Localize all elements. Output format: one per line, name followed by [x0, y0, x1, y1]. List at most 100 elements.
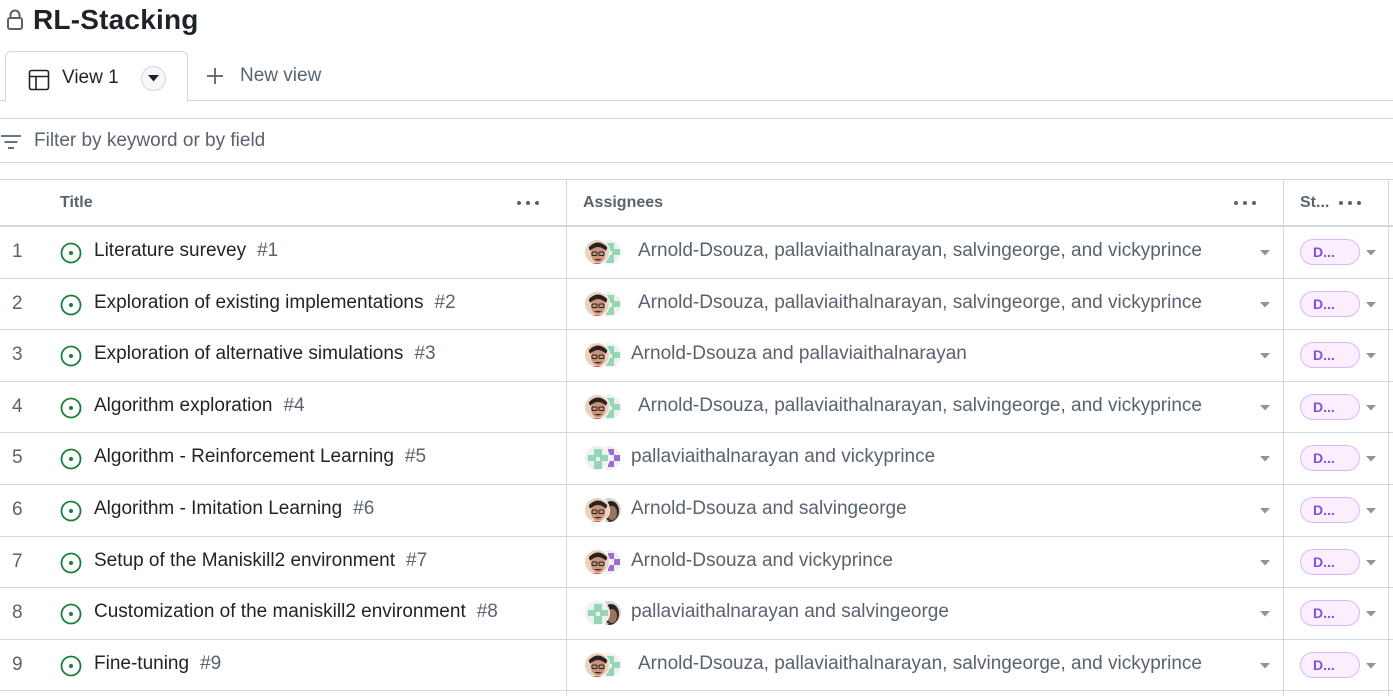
status-badge[interactable]: D... — [1300, 239, 1360, 265]
filter-input[interactable] — [34, 129, 634, 153]
triangle-down-icon[interactable] — [1366, 301, 1376, 308]
table-row[interactable]: 9 Fine-tuning #9 Arnold-Dsouza, pallaviaith… — [0, 640, 1393, 692]
plus-icon — [207, 68, 223, 84]
triangle-down-icon[interactable] — [1260, 662, 1270, 669]
triangle-down-icon[interactable] — [1260, 456, 1270, 462]
triangle-down-icon[interactable] — [1366, 250, 1376, 256]
issue-opened-icon — [60, 448, 82, 470]
filter-bar — [0, 118, 1393, 163]
table-row[interactable]: 6 Algorithm - Imitation Learning #6 Arnold-… — [0, 485, 1393, 537]
dot — [1357, 201, 1361, 205]
dot — [1243, 201, 1247, 205]
status-badge[interactable]: D... — [1300, 548, 1360, 575]
issue-title-text: Algorithm - Imitation Learning — [94, 497, 343, 519]
assignees-text[interactable]: Arnold-Dsouza, pallaviaithalnarayan, sal… — [638, 653, 1202, 675]
issue-title-text: Exploration of alternative simulations — [94, 343, 404, 365]
issue-number: #9 — [200, 652, 222, 674]
assignees-text[interactable]: pallaviaithalnarayan and salvingeorge — [631, 601, 949, 623]
triangle-down-icon[interactable] — [1366, 353, 1376, 359]
column-header-title[interactable]: Title — [60, 180, 93, 225]
column-header-assignees[interactable]: Assignees — [583, 180, 663, 225]
avatar — [584, 600, 610, 627]
status-badge[interactable]: D... — [1300, 600, 1360, 627]
triangle-down-icon[interactable] — [1260, 250, 1270, 256]
status-badge[interactable]: D... — [1300, 393, 1360, 420]
column-menu-title[interactable] — [516, 192, 542, 212]
assignees-text[interactable]: Arnold-Dsouza and salvingeorge — [631, 498, 907, 520]
issue-title-text: Customization of the maniskill2 environm… — [94, 601, 466, 623]
status-badge[interactable]: D... — [1300, 651, 1360, 678]
triangle-down-icon[interactable] — [1260, 353, 1270, 359]
issue-title-text: Setup of the Maniskill2 environment — [94, 549, 395, 571]
status-badge[interactable]: D... — [1300, 445, 1360, 472]
triangle-down-icon[interactable] — [1260, 507, 1270, 514]
triangle-down-icon[interactable] — [1366, 404, 1376, 411]
table-row[interactable]: 2 Exploration of existing implementations… — [0, 279, 1393, 331]
status-badge[interactable]: D... — [1300, 342, 1360, 369]
project-header: RL-Stacking — [0, 0, 1393, 52]
issue-title-link[interactable]: Exploration of alternative simulations #3 — [94, 343, 436, 365]
triangle-down-icon[interactable] — [1366, 611, 1376, 617]
status-badge[interactable]: D... — [1300, 496, 1360, 523]
status-badge[interactable]: D... — [1300, 290, 1360, 317]
issue-number: #3 — [414, 343, 436, 365]
row-number: 4 — [12, 395, 23, 417]
row-number: 6 — [12, 498, 23, 520]
issue-title-text: Fine-tuning — [94, 652, 190, 674]
issue-title-link[interactable]: Customization of the maniskill2 environm… — [94, 601, 498, 623]
assignees-text[interactable]: pallaviaithalnarayan and vickyprince — [631, 446, 935, 468]
triangle-down-icon[interactable] — [1260, 404, 1270, 411]
triangle-down-icon[interactable] — [1366, 559, 1376, 566]
issue-title-link[interactable]: Algorithm exploration #4 — [94, 395, 305, 417]
assignees-text[interactable]: Arnold-Dsouza, pallaviaithalnarayan, sal… — [638, 292, 1202, 314]
issue-title-link[interactable]: Algorithm - Reinforcement Learning #5 — [94, 446, 426, 468]
column-menu-status[interactable] — [1338, 192, 1364, 212]
issue-title-link[interactable]: Fine-tuning #9 — [94, 653, 221, 675]
triangle-down-icon[interactable] — [1366, 507, 1376, 514]
row-number: 7 — [12, 550, 23, 572]
lock-icon — [7, 9, 23, 30]
triangle-down-icon[interactable] — [1260, 301, 1270, 308]
table-row[interactable]: 3 Exploration of alternative simulations #… — [0, 330, 1393, 382]
issue-opened-icon — [60, 655, 82, 677]
view-options-button[interactable] — [141, 66, 166, 91]
column-header-status[interactable]: St... — [1300, 180, 1329, 225]
dot — [1252, 201, 1256, 205]
view-tabs: View 1 New view — [0, 50, 1393, 102]
assignees-text[interactable]: Arnold-Dsouza, pallaviaithalnarayan, sal… — [638, 240, 1202, 262]
assignees-text[interactable]: Arnold-Dsouza, pallaviaithalnarayan, sal… — [638, 395, 1202, 417]
dot — [526, 201, 530, 205]
triangle-down-icon[interactable] — [1260, 559, 1270, 566]
table-row[interactable]: 7 Setup of the Maniskill2 environment #7 Ar… — [0, 537, 1393, 589]
issue-opened-icon — [60, 345, 82, 367]
table-row[interactable]: 5 Algorithm - Reinforcement Learning #5 pal… — [0, 433, 1393, 485]
column-menu-assignees[interactable] — [1233, 192, 1259, 212]
triangle-down-icon[interactable] — [1366, 456, 1376, 462]
assignees-text[interactable]: Arnold-Dsouza and pallaviaithalnarayan — [631, 343, 967, 365]
table-body: 1 Literature surevey #1 Arnold-Dsouza, pall… — [0, 227, 1393, 692]
row-number: 2 — [12, 292, 23, 314]
tab-view-1[interactable]: View 1 — [5, 51, 188, 102]
triangle-down-icon — [148, 75, 159, 82]
issue-title-link[interactable]: Setup of the Maniskill2 environment #7 — [94, 550, 427, 572]
issue-title-link[interactable]: Exploration of existing implementations #… — [94, 292, 456, 314]
dot — [517, 201, 521, 205]
triangle-down-icon[interactable] — [1260, 611, 1270, 617]
new-view-button[interactable]: New view — [205, 63, 321, 89]
avatar — [584, 496, 610, 523]
issue-title-link[interactable]: Literature surevey #1 — [94, 240, 278, 262]
table-row[interactable]: 1 Literature surevey #1 Arnold-Dsouza, pall… — [0, 227, 1393, 279]
issue-title-link[interactable]: Algorithm - Imitation Learning #6 — [94, 498, 374, 520]
project-table: Title Assignees St... 1 Literature sureve… — [0, 179, 1393, 696]
table-row[interactable]: 8 Customization of the maniskill2 environ… — [0, 588, 1393, 640]
avatar — [584, 290, 610, 317]
issue-opened-icon — [60, 397, 82, 419]
triangle-down-icon[interactable] — [1366, 662, 1376, 669]
issue-number: #1 — [257, 240, 279, 261]
table-header: Title Assignees St... — [0, 180, 1393, 227]
assignees-text[interactable]: Arnold-Dsouza and vickyprince — [631, 550, 893, 572]
row-number: 8 — [12, 602, 23, 624]
avatar — [584, 239, 610, 265]
dot — [535, 201, 539, 205]
table-row[interactable]: 4 Algorithm exploration #4 Arnold-Dsouza, p… — [0, 382, 1393, 434]
